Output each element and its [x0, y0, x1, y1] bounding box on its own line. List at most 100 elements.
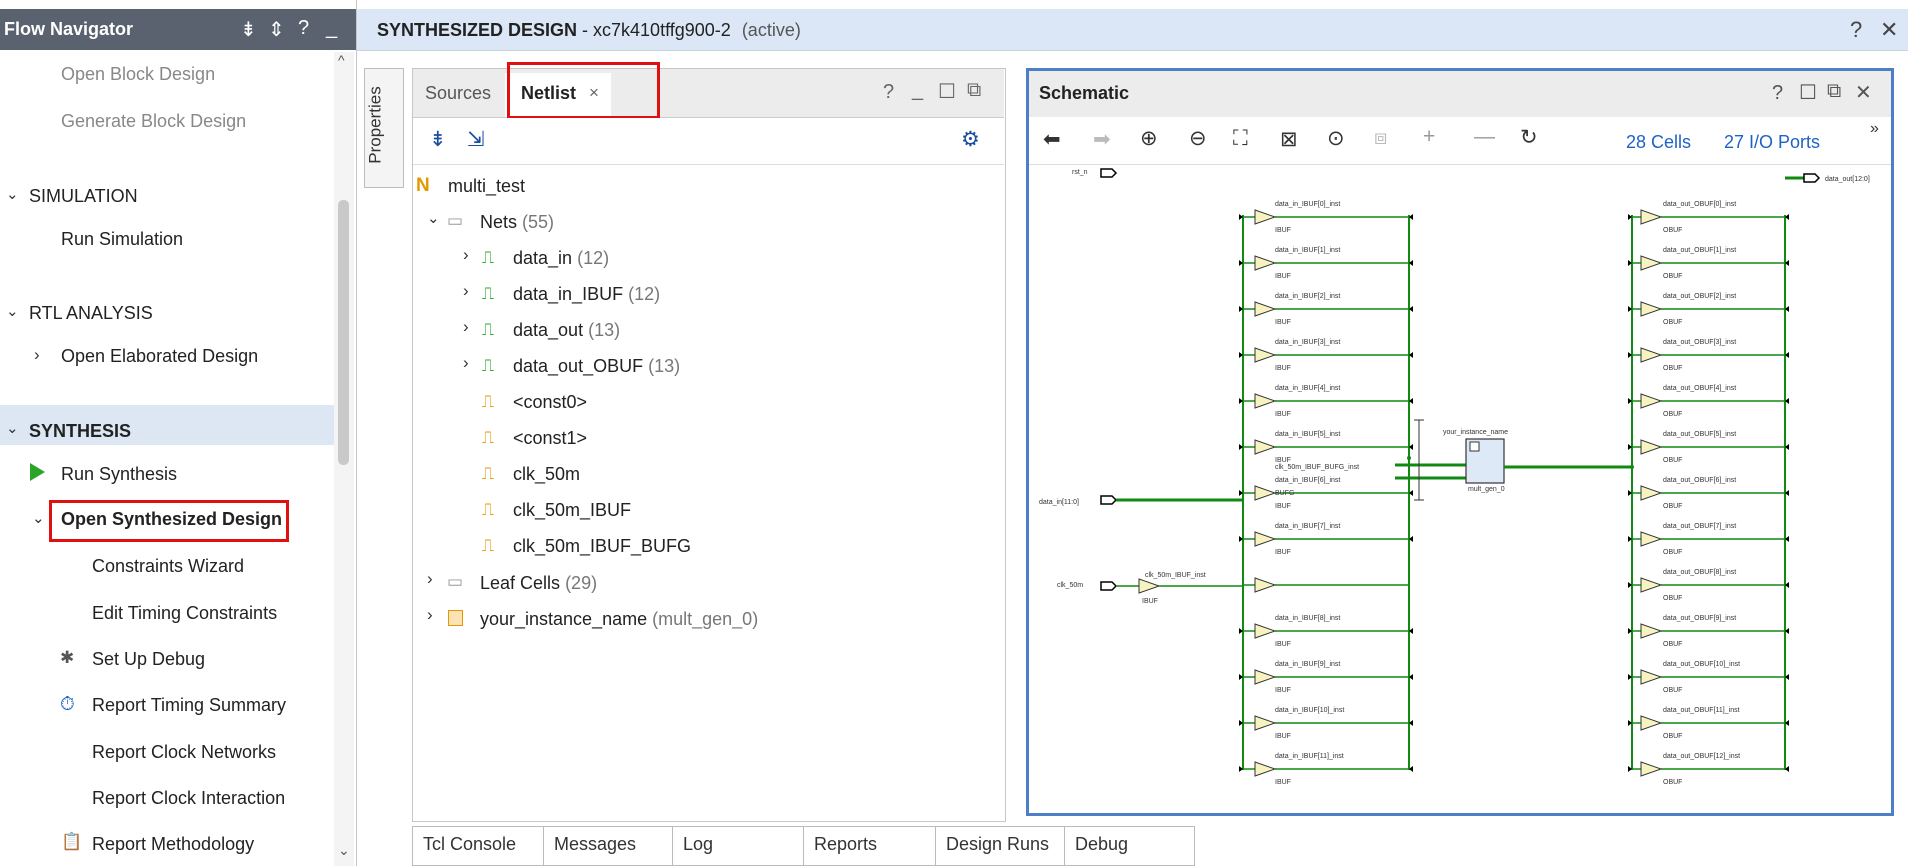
chevron-right-icon[interactable]: ›: [463, 353, 469, 373]
zoom-in-icon[interactable]: ⊕: [1140, 126, 1158, 151]
section-synthesis[interactable]: SYNTHESIS: [29, 421, 131, 442]
flow-item-report-clock-networks[interactable]: Report Clock Networks: [92, 742, 276, 763]
port-rst-n[interactable]: [1100, 168, 1118, 178]
net-item[interactable]: data_out (13): [513, 320, 620, 341]
ibuf[interactable]: [1254, 393, 1277, 409]
ibuf[interactable]: [1254, 669, 1277, 685]
float-icon[interactable]: ⧉: [967, 79, 981, 102]
net-item[interactable]: clk_50m: [513, 464, 580, 485]
flow-item-set-up-debug[interactable]: Set Up Debug: [92, 649, 205, 670]
tree-leaf-cells[interactable]: Leaf Cells (29): [480, 573, 597, 594]
net-item[interactable]: clk_50m_IBUF_BUFG: [513, 536, 691, 557]
ibuf[interactable]: [1254, 485, 1277, 501]
port-data-out[interactable]: [1803, 173, 1821, 183]
ibuf[interactable]: [1254, 209, 1277, 225]
net-item[interactable]: data_out_OBUF (13): [513, 356, 680, 377]
chevron-right-icon[interactable]: ›: [463, 245, 469, 265]
net-item[interactable]: data_in_IBUF (12): [513, 284, 660, 305]
obuf[interactable]: [1640, 669, 1663, 685]
schematic-canvas[interactable]: data_in_IBUF[0]_inst IBUF data_in_IBUF[1]_…: [1029, 165, 1891, 813]
flow-item-generate-block-design[interactable]: Generate Block Design: [61, 111, 246, 132]
obuf[interactable]: [1640, 577, 1663, 593]
obuf[interactable]: [1640, 347, 1663, 363]
forward-icon[interactable]: ➡: [1093, 127, 1111, 152]
bottom-tab[interactable]: Tcl Console: [412, 826, 544, 866]
minimize-icon[interactable]: _: [326, 17, 337, 40]
section-rtl-analysis[interactable]: RTL ANALYSIS: [29, 303, 153, 324]
close-icon[interactable]: ✕: [1855, 80, 1872, 105]
port-clk[interactable]: [1100, 581, 1118, 591]
maximize-icon[interactable]: ☐: [1799, 80, 1817, 105]
center-icon[interactable]: ⊙: [1327, 126, 1345, 151]
overflow-icon[interactable]: »: [1870, 120, 1879, 138]
obuf[interactable]: [1640, 255, 1663, 271]
flow-item-edit-timing-constraints[interactable]: Edit Timing Constraints: [92, 603, 277, 624]
ports-count-link[interactable]: 27 I/O Ports: [1724, 132, 1820, 153]
gear-icon[interactable]: ⚙: [961, 127, 980, 152]
chevron-down-icon[interactable]: ⌄: [6, 302, 19, 320]
chevron-down-icon[interactable]: ⌄: [6, 185, 19, 203]
zoom-area-icon[interactable]: ⊠: [1280, 127, 1298, 152]
refresh-icon[interactable]: ↻: [1520, 125, 1538, 150]
add-icon[interactable]: +: [1423, 125, 1435, 149]
chevron-down-icon[interactable]: ⌄: [427, 209, 440, 227]
obuf[interactable]: [1640, 439, 1663, 455]
collapse-all-icon[interactable]: ⇟: [429, 127, 447, 152]
flow-item-open-elaborated-design[interactable]: Open Elaborated Design: [61, 346, 258, 367]
bottom-tab[interactable]: Log: [672, 826, 804, 866]
ibuf[interactable]: [1254, 761, 1277, 777]
help-icon[interactable]: ?: [1772, 82, 1783, 105]
section-simulation[interactable]: SIMULATION: [29, 186, 138, 207]
chevron-right-icon[interactable]: ›: [427, 569, 433, 589]
help-icon[interactable]: ?: [1850, 17, 1862, 43]
maximize-icon[interactable]: ☐: [938, 79, 956, 104]
bufg[interactable]: [1254, 577, 1277, 593]
ibuf[interactable]: [1254, 255, 1277, 271]
net-item[interactable]: <const1>: [513, 428, 587, 449]
bottom-tab[interactable]: Messages: [543, 826, 673, 866]
clk-ibuf[interactable]: [1138, 578, 1161, 594]
ibuf[interactable]: [1254, 347, 1277, 363]
ibuf[interactable]: [1254, 301, 1277, 317]
help-icon[interactable]: ?: [883, 81, 894, 104]
netlist-root[interactable]: multi_test: [448, 176, 525, 197]
chevron-down-icon[interactable]: ⌄: [6, 419, 19, 437]
bottom-tab[interactable]: Reports: [803, 826, 936, 866]
expand-all-icon[interactable]: ⇲: [467, 127, 485, 152]
bottom-tab[interactable]: Debug: [1064, 826, 1195, 866]
obuf[interactable]: [1640, 531, 1663, 547]
ibuf[interactable]: [1254, 439, 1277, 455]
tree-nets[interactable]: Nets (55): [480, 212, 554, 233]
port-data-in[interactable]: [1100, 495, 1118, 505]
chevron-right-icon[interactable]: ›: [427, 605, 433, 625]
chevron-right-icon[interactable]: ›: [463, 281, 469, 301]
flow-item-open-block-design[interactable]: Open Block Design: [61, 64, 215, 85]
minimize-icon[interactable]: _: [912, 79, 923, 102]
net-item[interactable]: clk_50m_IBUF: [513, 500, 631, 521]
collapse-all-icon[interactable]: ⇟: [240, 17, 257, 42]
obuf[interactable]: [1640, 715, 1663, 731]
flow-item-report-methodology[interactable]: Report Methodology: [92, 834, 254, 855]
remove-icon[interactable]: —: [1474, 125, 1495, 149]
obuf[interactable]: [1640, 393, 1663, 409]
back-icon[interactable]: ⬅: [1043, 127, 1061, 152]
fit-icon[interactable]: ⛶: [1233, 127, 1248, 151]
ibuf[interactable]: [1254, 623, 1277, 639]
tab-sources[interactable]: Sources: [425, 83, 491, 104]
obuf[interactable]: [1640, 209, 1663, 225]
obuf[interactable]: [1640, 485, 1663, 501]
collapse-icon[interactable]: ⧈: [1374, 126, 1387, 150]
flow-item-run-simulation[interactable]: Run Simulation: [61, 229, 183, 250]
flow-item-run-synthesis[interactable]: Run Synthesis: [61, 464, 177, 485]
net-item[interactable]: <const0>: [513, 392, 587, 413]
run-icon[interactable]: [30, 463, 45, 481]
help-icon[interactable]: ?: [298, 17, 309, 40]
chevron-right-icon[interactable]: ›: [463, 317, 469, 337]
cells-count-link[interactable]: 28 Cells: [1626, 132, 1691, 153]
obuf[interactable]: [1640, 301, 1663, 317]
chevron-down-icon[interactable]: ⌄: [32, 509, 45, 527]
bottom-tab[interactable]: Design Runs: [935, 826, 1065, 866]
flow-navigator-scroll-thumb[interactable]: [338, 200, 349, 465]
zoom-out-icon[interactable]: ⊖: [1189, 126, 1207, 151]
ibuf[interactable]: [1254, 531, 1277, 547]
